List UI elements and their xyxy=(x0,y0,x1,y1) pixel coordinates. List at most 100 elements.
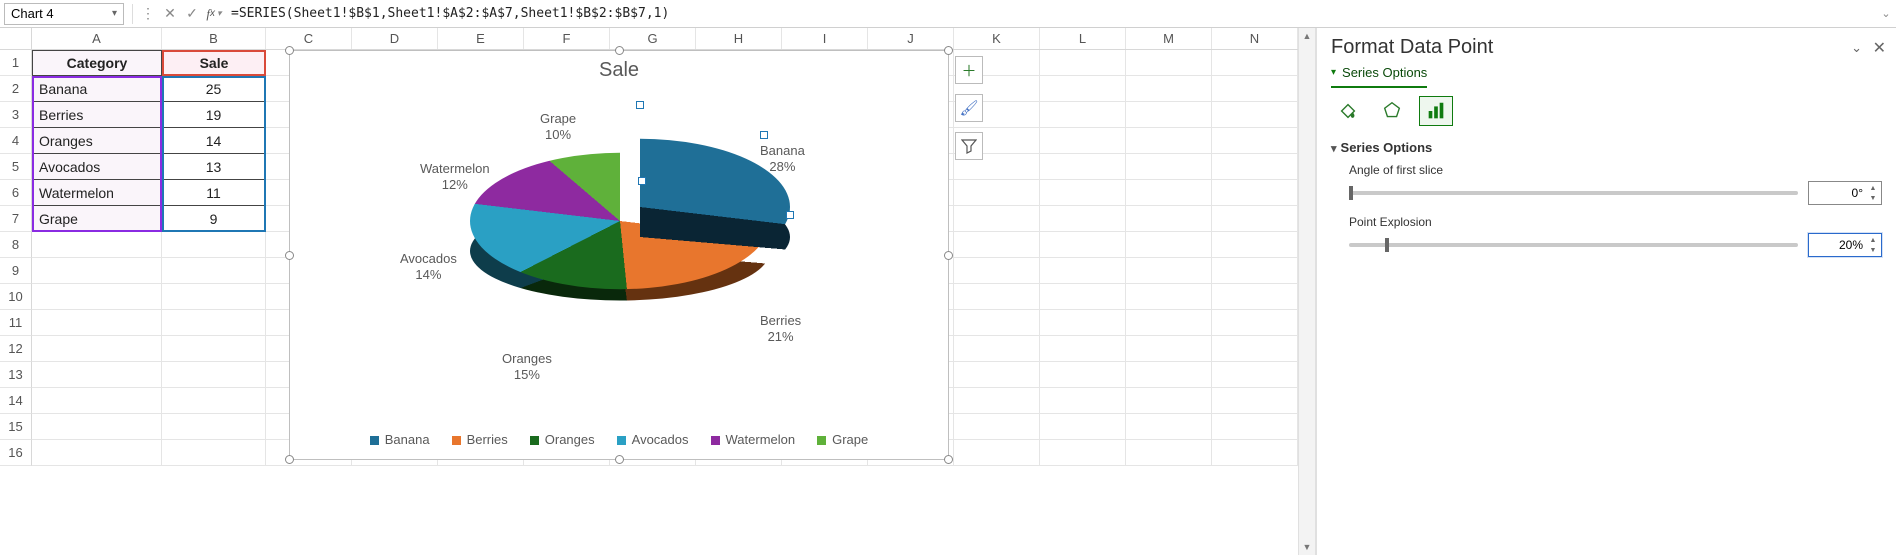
cell[interactable] xyxy=(1212,284,1298,310)
explosion-input[interactable]: 20% ▲▼ xyxy=(1808,233,1882,257)
cell[interactable] xyxy=(1040,154,1126,180)
cell[interactable] xyxy=(162,258,266,284)
cell[interactable] xyxy=(162,414,266,440)
datalabel-banana[interactable]: Banana28% xyxy=(760,143,805,176)
spinner-up-icon[interactable]: ▲ xyxy=(1867,235,1879,245)
cell[interactable] xyxy=(1126,102,1212,128)
cell-b7[interactable]: 9 xyxy=(162,206,266,232)
col-header[interactable]: C xyxy=(266,28,352,49)
chart-resize-handle[interactable] xyxy=(285,251,294,260)
cell[interactable] xyxy=(162,310,266,336)
cell[interactable] xyxy=(954,310,1040,336)
cell[interactable] xyxy=(954,258,1040,284)
row-header[interactable]: 8 xyxy=(0,232,32,258)
cell[interactable] xyxy=(1040,440,1126,466)
chart-legend[interactable]: Banana Berries Oranges Avocados Watermel… xyxy=(290,432,948,447)
cell[interactable] xyxy=(1126,76,1212,102)
slider-thumb[interactable] xyxy=(1385,238,1389,252)
cell[interactable] xyxy=(162,388,266,414)
chart-resize-handle[interactable] xyxy=(944,251,953,260)
col-header[interactable]: B xyxy=(162,28,266,49)
cell[interactable] xyxy=(1126,206,1212,232)
cell[interactable] xyxy=(162,440,266,466)
cell[interactable] xyxy=(954,232,1040,258)
datalabel-grape[interactable]: Grape10% xyxy=(540,111,576,144)
cell[interactable] xyxy=(1126,232,1212,258)
cell-b4[interactable]: 14 xyxy=(162,128,266,154)
row-header[interactable]: 10 xyxy=(0,284,32,310)
row-header[interactable]: 13 xyxy=(0,362,32,388)
series-options-tab[interactable] xyxy=(1419,96,1453,126)
datalabel-berries[interactable]: Berries21% xyxy=(760,313,801,346)
row-header[interactable]: 12 xyxy=(0,336,32,362)
col-header[interactable]: A xyxy=(32,28,162,49)
cell[interactable] xyxy=(1212,414,1298,440)
col-header[interactable]: E xyxy=(438,28,524,49)
cell[interactable] xyxy=(162,362,266,388)
cell-a6[interactable]: Watermelon xyxy=(32,180,162,206)
cell[interactable] xyxy=(1212,388,1298,414)
col-header[interactable]: K xyxy=(954,28,1040,49)
cell[interactable] xyxy=(1040,206,1126,232)
chevron-down-icon[interactable]: ▾ xyxy=(112,8,117,19)
cell[interactable] xyxy=(1212,154,1298,180)
cell[interactable] xyxy=(954,180,1040,206)
col-header[interactable]: L xyxy=(1040,28,1126,49)
cell-b5[interactable]: 13 xyxy=(162,154,266,180)
col-header[interactable]: N xyxy=(1212,28,1298,49)
cell[interactable] xyxy=(1126,50,1212,76)
cell[interactable] xyxy=(1040,336,1126,362)
cell[interactable] xyxy=(1040,102,1126,128)
cell[interactable] xyxy=(1126,310,1212,336)
angle-slider[interactable] xyxy=(1349,191,1798,195)
cell[interactable] xyxy=(1212,128,1298,154)
chart-resize-handle[interactable] xyxy=(285,46,294,55)
selection-handle[interactable] xyxy=(636,101,644,109)
row-header[interactable]: 5 xyxy=(0,154,32,180)
cell[interactable] xyxy=(162,284,266,310)
pie-plot-area[interactable] xyxy=(470,111,770,371)
selection-handle[interactable] xyxy=(638,177,646,185)
datalabel-oranges[interactable]: Oranges15% xyxy=(502,351,552,384)
cell[interactable] xyxy=(1212,440,1298,466)
cell[interactable] xyxy=(32,362,162,388)
vertical-scrollbar[interactable]: ▲ ▼ xyxy=(1298,28,1316,555)
worksheet-grid[interactable]: A B C D E F G H I J K L M N 1 Category S… xyxy=(0,28,1298,555)
section-header[interactable]: ▾Series Options xyxy=(1331,140,1882,155)
selection-handle[interactable] xyxy=(760,131,768,139)
spinner-down-icon[interactable]: ▼ xyxy=(1867,193,1879,203)
col-header[interactable]: J xyxy=(868,28,954,49)
col-header[interactable]: M xyxy=(1126,28,1212,49)
formula-input[interactable]: =SERIES(Sheet1!$B$1,Sheet1!$A$2:$A$7,She… xyxy=(225,6,1876,21)
cell-a4[interactable]: Oranges xyxy=(32,128,162,154)
cancel-formula-icon[interactable]: ✕ xyxy=(159,3,181,25)
cell[interactable] xyxy=(954,336,1040,362)
cell[interactable] xyxy=(1040,232,1126,258)
cell[interactable] xyxy=(1040,310,1126,336)
cell[interactable] xyxy=(1040,128,1126,154)
cell[interactable] xyxy=(32,414,162,440)
cell[interactable] xyxy=(1212,50,1298,76)
cell[interactable] xyxy=(32,388,162,414)
fill-line-tab[interactable] xyxy=(1331,96,1365,126)
cell[interactable] xyxy=(1040,388,1126,414)
spinner-up-icon[interactable]: ▲ xyxy=(1867,183,1879,193)
pie-slice-banana[interactable] xyxy=(490,139,790,275)
row-header[interactable]: 6 xyxy=(0,180,32,206)
cell-a7[interactable]: Grape xyxy=(32,206,162,232)
cell[interactable] xyxy=(1040,76,1126,102)
cell[interactable] xyxy=(1126,440,1212,466)
cell[interactable] xyxy=(32,284,162,310)
close-pane-button[interactable]: ✕ xyxy=(1873,38,1886,58)
angle-input[interactable]: 0° ▲▼ xyxy=(1808,181,1882,205)
explosion-slider[interactable] xyxy=(1349,243,1798,247)
cell[interactable] xyxy=(1212,102,1298,128)
spinner[interactable]: ▲▼ xyxy=(1867,183,1879,203)
cell[interactable] xyxy=(1212,206,1298,232)
cell-a5[interactable]: Avocados xyxy=(32,154,162,180)
cell[interactable] xyxy=(1212,180,1298,206)
pane-dropdown[interactable]: ▾ Series Options xyxy=(1331,65,1427,88)
name-box[interactable]: Chart 4 ▾ xyxy=(4,3,124,25)
cell[interactable] xyxy=(954,362,1040,388)
col-header[interactable]: F xyxy=(524,28,610,49)
